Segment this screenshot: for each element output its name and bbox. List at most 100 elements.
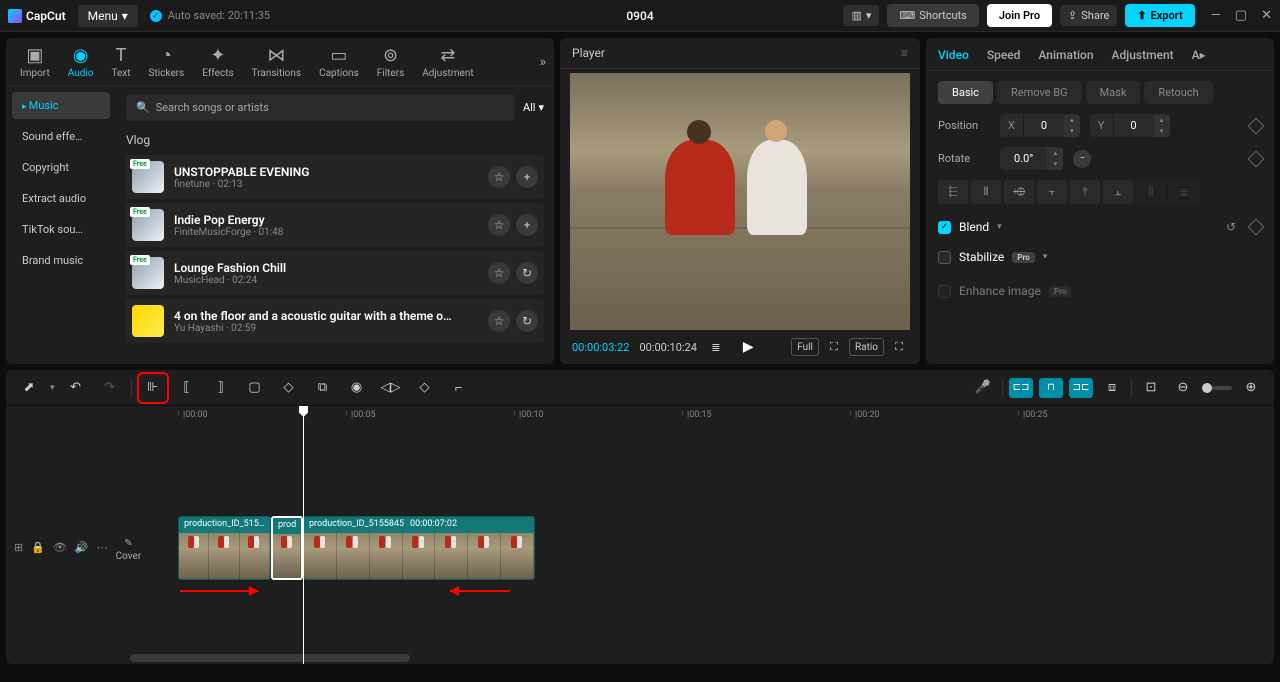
snap-button-2[interactable]: ⊓ [1039,378,1063,398]
inspector-tab-animation[interactable]: Animation [1038,48,1093,62]
horizontal-scrollbar[interactable] [130,654,410,662]
track-mute-icon[interactable]: 🔊 [75,541,89,554]
timeline-tracks[interactable]: |00:00 |00:05 |00:10 |00:15 |00:20 |00:2… [130,406,1274,664]
layout-button[interactable]: ▥ ▾ [843,5,879,26]
menu-button[interactable]: Menu▾ [78,5,138,27]
rotate-dial-icon[interactable]: − [1073,150,1091,168]
subtab-mask[interactable]: Mask [1086,81,1141,104]
close-button[interactable]: ✕ [1261,8,1272,23]
more-tabs-button[interactable]: » [539,54,546,70]
crop-tool[interactable]: ⌐ [446,375,472,401]
favorite-button[interactable]: ☆ [488,214,510,236]
track-row[interactable]: 4 on the floor and a acoustic guitar wit… [126,299,544,343]
marker-tool[interactable]: ◇ [276,375,302,401]
clip-2[interactable]: prod [271,516,303,580]
stabilize-checkbox[interactable] [938,251,951,264]
project-title[interactable]: 0904 [626,9,653,23]
align-bottom-button[interactable]: ⫠ [1103,180,1133,204]
tab-effects[interactable]: ✦Effects [196,43,239,81]
align-center-v-button[interactable]: ⫯ [1070,180,1100,204]
track-visibility-icon[interactable]: 👁 [53,541,67,554]
download-button[interactable]: ↻ [516,310,538,332]
inspector-tab-adjustment[interactable]: Adjustment [1112,48,1174,62]
minimize-button[interactable]: — [1211,8,1221,23]
clip-3[interactable]: production_ID_515584500:00:07:02 [303,516,535,580]
blend-section[interactable]: ✓ Blend ▾ ↺ [938,220,1262,234]
tab-audio[interactable]: ◉Audio [62,43,100,81]
align-center-h-button[interactable]: ⫴ [971,180,1001,204]
zoom-in-button[interactable]: ⊕ [1238,375,1264,401]
stabilize-section[interactable]: Stabilize Pro ▾ [938,250,1262,264]
enhance-checkbox[interactable] [938,285,951,298]
search-input[interactable]: 🔍 Search songs or artists [126,94,515,121]
tab-captions[interactable]: ▭Captions [313,43,365,81]
keyframe-diamond[interactable] [1248,150,1265,167]
tab-transitions[interactable]: ⋈Transitions [246,43,307,81]
tab-import[interactable]: ▣Import [14,43,56,81]
track-lock-icon[interactable]: 🔒 [31,541,45,554]
track-row[interactable]: Free UNSTOPPABLE EVENINGfinetune · 02:13… [126,155,544,199]
record-tool[interactable]: ◉ [344,375,370,401]
align-left-button[interactable]: ⬱ [938,180,968,204]
join-pro-button[interactable]: Join Pro [987,4,1052,27]
blend-checkbox[interactable]: ✓ [938,221,951,234]
undo-button[interactable]: ↶ [63,375,89,401]
clip-1[interactable]: production_ID_515… [178,516,271,580]
track-more-icon[interactable]: ⋯ [97,541,108,554]
playhead[interactable] [303,406,304,664]
snap-button-1[interactable]: ⊏⊐ [1009,378,1033,398]
subtab-basic[interactable]: Basic [938,81,993,104]
zoom-slider[interactable] [1202,386,1232,390]
delete-tool[interactable]: ▢ [242,375,268,401]
position-x-input[interactable]: X0▴▾ [1000,114,1080,137]
mic-button[interactable]: 🎤 [970,375,996,401]
reset-icon[interactable]: ↺ [1226,220,1236,234]
scale-icon[interactable]: ⛶ [825,338,843,356]
spin-down-icon[interactable]: ▾ [1154,126,1170,137]
ratio-button[interactable]: Ratio [849,338,884,356]
maximize-button[interactable]: ▢ [1235,8,1247,23]
video-track[interactable]: production_ID_515… prod production_ID_51… [178,516,535,580]
category-brand-music[interactable]: Brand music [12,247,110,274]
fullscreen-icon[interactable]: ⛶ [890,338,908,356]
tab-filters[interactable]: ⊚Filters [371,43,411,81]
keyframe-diamond[interactable] [1248,117,1265,134]
add-track-button[interactable]: + [516,214,538,236]
spin-down-icon[interactable]: ▾ [1064,126,1080,137]
snap-button-3[interactable]: ⊐⊏ [1069,378,1093,398]
preview-button[interactable]: ⊡ [1138,375,1164,401]
spin-up-icon[interactable]: ▴ [1154,115,1170,126]
play-button[interactable]: ▶ [743,339,754,355]
track-expand-icon[interactable]: ⊞ [14,541,23,554]
tab-adjustment[interactable]: ⇄Adjustment [416,43,479,81]
spin-up-icon[interactable]: ▴ [1064,115,1080,126]
rotate-input[interactable]: 0.0°▴▾ [1000,147,1063,170]
subtab-remove-bg[interactable]: Remove BG [997,81,1082,104]
spin-up-icon[interactable]: ▴ [1047,148,1063,159]
position-y-input[interactable]: Y0▴▾ [1090,114,1170,137]
player-viewport[interactable] [570,73,910,330]
tab-text[interactable]: TText [105,43,136,81]
track-row[interactable]: Free Indie Pop EnergyFiniteMusicForge · … [126,203,544,247]
inspector-tab-more[interactable]: A▸ [1192,48,1206,62]
align-right-button[interactable]: ⬲ [1004,180,1034,204]
spin-down-icon[interactable]: ▾ [1047,159,1063,170]
trim-left-tool[interactable]: ⟦ [174,375,200,401]
download-button[interactable]: ↻ [516,262,538,284]
chevron-down-icon[interactable]: ▾ [50,383,55,393]
split-tool[interactable]: ⊪ [140,375,166,401]
shortcuts-button[interactable]: ⌨ Shortcuts [887,4,978,27]
favorite-button[interactable]: ☆ [488,262,510,284]
favorite-button[interactable]: ☆ [488,310,510,332]
select-tool[interactable]: ⬈ [16,375,42,401]
tab-stickers[interactable]: ◔Stickers [143,43,191,81]
zoom-out-button[interactable]: ⊖ [1170,375,1196,401]
share-button[interactable]: ⇪ Share [1060,5,1117,26]
track-row[interactable]: Free Lounge Fashion ChillMusicHead · 02:… [126,251,544,295]
inspector-tab-speed[interactable]: Speed [987,48,1021,62]
link-button[interactable]: ⧈ [1099,375,1125,401]
align-top-button[interactable]: ⫟ [1037,180,1067,204]
category-tiktok-sounds[interactable]: TikTok sou… [12,216,110,243]
mirror-tool[interactable]: ◁▷ [378,375,404,401]
category-copyright[interactable]: Copyright [12,154,110,181]
